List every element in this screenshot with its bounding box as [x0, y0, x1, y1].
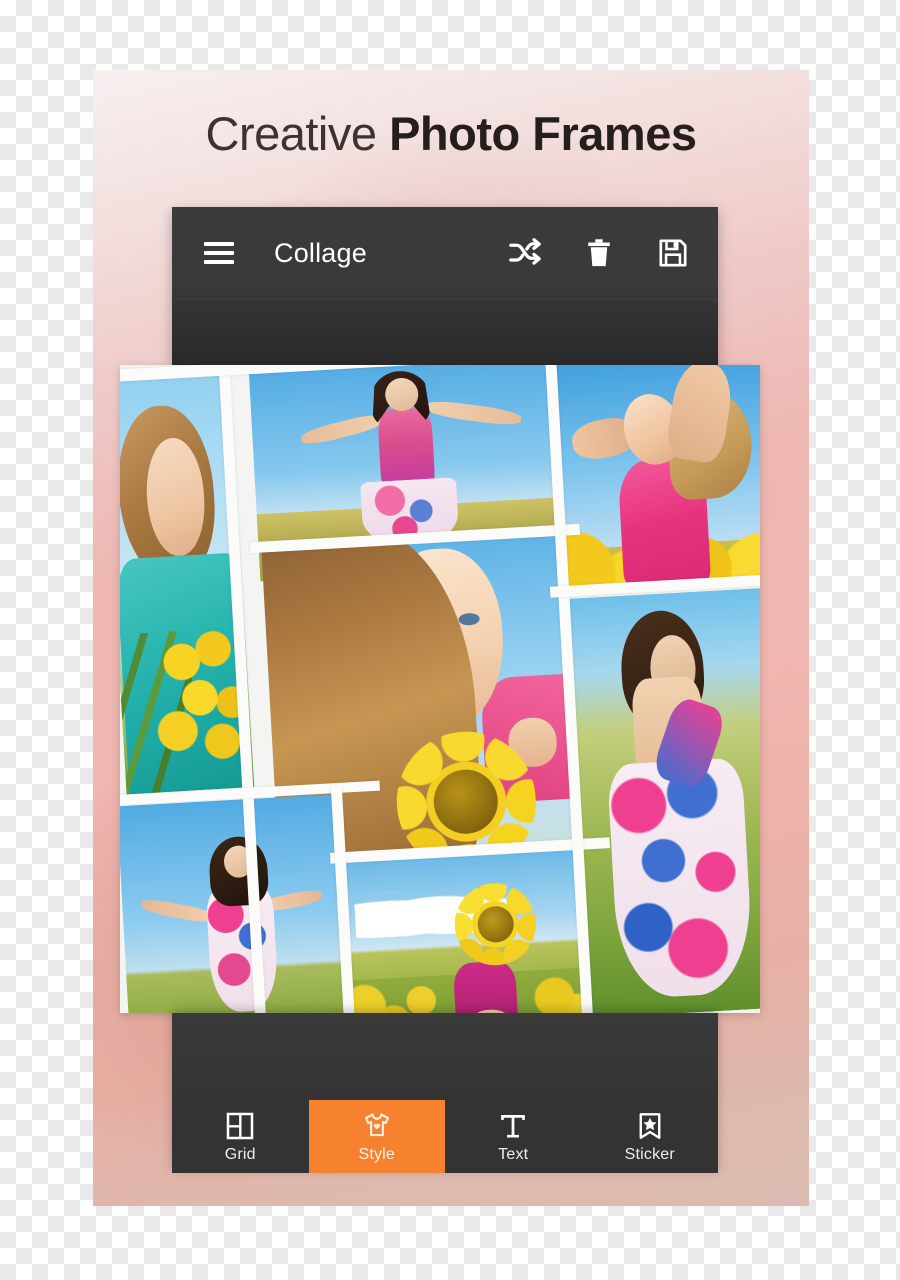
tile-shape-sunflower	[452, 880, 539, 968]
app-header-bar: Collage	[172, 207, 718, 299]
headline-bold-words: Photo Frames	[389, 107, 697, 160]
page-title: Creative Photo Frames	[93, 110, 809, 157]
grid-icon	[227, 1112, 254, 1139]
tshirt-icon	[364, 1112, 389, 1136]
app-header: Collage	[172, 207, 718, 365]
hamburger-icon[interactable]	[204, 242, 234, 264]
tab-sticker[interactable]: Sticker	[581, 1100, 718, 1173]
hamburger-bar-1	[204, 242, 234, 246]
headline-light-word: Creative	[205, 107, 378, 160]
collage-tile[interactable]	[564, 587, 760, 1013]
collage-tile[interactable]	[120, 793, 352, 1013]
tab-style[interactable]: Style	[308, 1100, 445, 1173]
hamburger-bar-2	[204, 251, 234, 255]
text-t-icon	[501, 1114, 525, 1137]
save-icon[interactable]	[656, 236, 690, 270]
shuffle-icon[interactable]	[508, 236, 542, 270]
delete-icon[interactable]	[582, 236, 616, 270]
tab-grid[interactable]: Grid	[172, 1100, 309, 1173]
photo-collage-canvas[interactable]	[120, 365, 760, 1013]
tab-label: Sticker	[624, 1145, 675, 1163]
bottom-toolbar-panel: Grid Style Text Sticker	[172, 1013, 718, 1173]
tab-label: Text	[498, 1145, 529, 1163]
promo-card: Creative Photo Frames Collage Grid Style…	[93, 70, 809, 1206]
bookmark-star-icon	[639, 1112, 661, 1139]
collage-tile[interactable]	[550, 365, 760, 597]
tab-label: Grid	[224, 1145, 256, 1163]
tile-shape-person	[452, 960, 519, 1013]
tab-label: Style	[358, 1145, 396, 1163]
collage-tile[interactable]	[341, 848, 591, 1013]
tab-text[interactable]: Text	[445, 1100, 582, 1173]
tab-bar: Grid Style Text Sticker	[172, 1100, 718, 1173]
app-title: Collage	[274, 237, 367, 268]
header-actions	[508, 236, 690, 270]
header-divider	[172, 299, 718, 300]
hamburger-bar-3	[204, 260, 234, 264]
